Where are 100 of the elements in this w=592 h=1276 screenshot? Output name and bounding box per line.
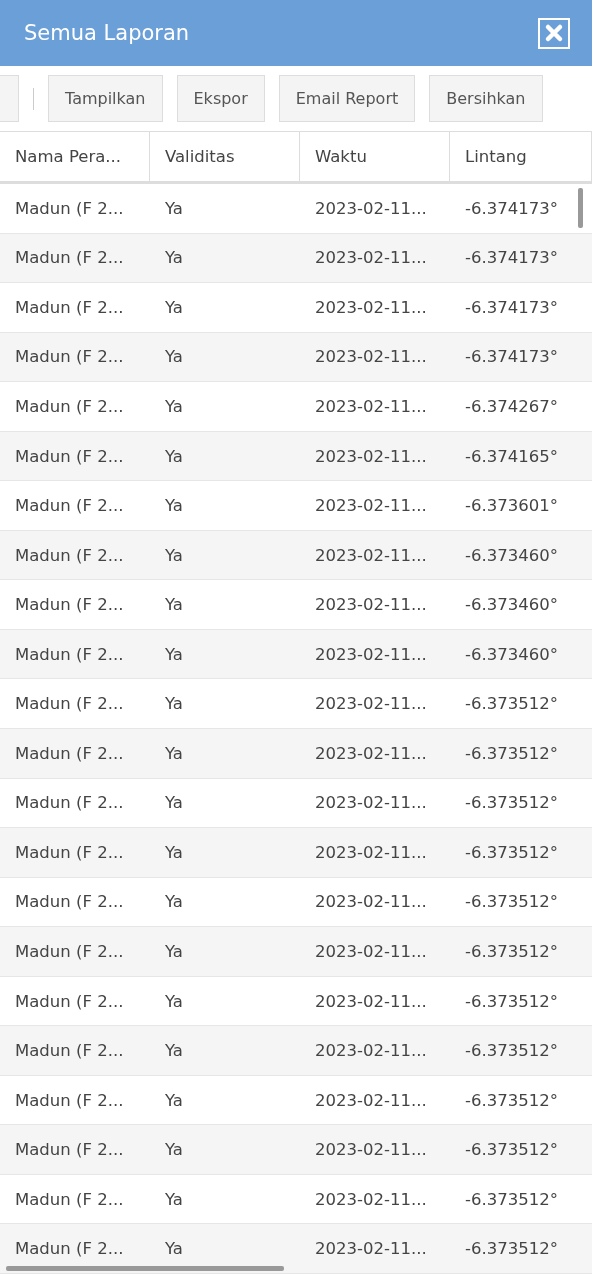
table-cell: -6.374173° (465, 248, 558, 268)
table-cell: 2023-02-11... (315, 1189, 427, 1209)
table-cell: Ya (165, 595, 183, 615)
table-cell: Ya (165, 248, 183, 268)
table-cell: Ya (165, 694, 183, 714)
table-cell: 2023-02-11... (315, 842, 427, 862)
table-cell: -6.373460° (465, 595, 558, 615)
table-cell: Madun (F 2... (15, 198, 124, 218)
table-cell: -6.373601° (465, 496, 558, 516)
table-cell: 2023-02-11... (315, 297, 427, 317)
table-cell: 2023-02-11... (315, 793, 427, 813)
table-cell: Madun (F 2... (15, 1041, 124, 1061)
table-cell: Madun (F 2... (15, 644, 124, 664)
table-cell: Madun (F 2... (15, 842, 124, 862)
table-cell: 2023-02-11... (315, 198, 427, 218)
table-cell: 2023-02-11... (315, 892, 427, 912)
table-cell: Ya (165, 842, 183, 862)
table-cell: -6.374267° (465, 396, 558, 416)
close-button[interactable] (538, 17, 570, 49)
table-cell: -6.373512° (465, 941, 558, 961)
table-cell: Ya (165, 396, 183, 416)
table-cell: -6.373460° (465, 545, 558, 565)
column-header[interactable]: Waktu (300, 132, 450, 181)
table-cell: Ya (165, 644, 183, 664)
table-cell: Madun (F 2... (15, 793, 124, 813)
table-cell: Madun (F 2... (15, 347, 124, 367)
table-cell: 2023-02-11... (315, 248, 427, 268)
table-cell: Ya (165, 545, 183, 565)
table-cell: Ya (165, 793, 183, 813)
table-cell: Ya (165, 446, 183, 466)
table-cell: 2023-02-11... (315, 644, 427, 664)
table-cell: -6.373512° (465, 1239, 558, 1259)
table-cell: 2023-02-11... (315, 1041, 427, 1061)
table-cell: Madun (F 2... (15, 1189, 124, 1209)
table-cell: -6.373512° (465, 694, 558, 714)
table-cell: Madun (F 2... (15, 694, 124, 714)
toolbar-button[interactable]: Bersihkan (429, 75, 543, 122)
table-cell: -6.373512° (465, 1090, 558, 1110)
table-cell: Ya (165, 1140, 183, 1160)
column-header[interactable]: Lintang (450, 132, 592, 181)
window-title: Semua Laporan (24, 21, 190, 45)
table-cell: Ya (165, 1239, 183, 1259)
column-header[interactable]: Nama Pera... (0, 132, 150, 181)
table-cell: 2023-02-11... (315, 396, 427, 416)
table-cell: Ya (165, 1189, 183, 1209)
table-cell: Ya (165, 892, 183, 912)
toolbar-button[interactable]: Tampilkan (48, 75, 163, 122)
table-cell: Madun (F 2... (15, 1239, 124, 1259)
table-cell: -6.373460° (465, 644, 558, 664)
table-cell: -6.374173° (465, 347, 558, 367)
table-cell: 2023-02-11... (315, 496, 427, 516)
table-cell: Madun (F 2... (15, 396, 124, 416)
table-cell: Madun (F 2... (15, 991, 124, 1011)
table-cell: -6.373512° (465, 1041, 558, 1061)
table-cell: Ya (165, 1041, 183, 1061)
table-cell: Madun (F 2... (15, 595, 124, 615)
table-cell: 2023-02-11... (315, 347, 427, 367)
table-cell: Ya (165, 941, 183, 961)
table-cell: Madun (F 2... (15, 1140, 124, 1160)
table-cell: -6.374173° (465, 297, 558, 317)
table-cell: 2023-02-11... (315, 743, 427, 763)
table-cell: Madun (F 2... (15, 743, 124, 763)
toolbar-button[interactable]: Ekspor (176, 75, 265, 122)
table-cell: Madun (F 2... (15, 446, 124, 466)
table-cell: -6.373512° (465, 892, 558, 912)
table-cell: Madun (F 2... (15, 496, 124, 516)
table-cell: Madun (F 2... (15, 297, 124, 317)
table-cell: Ya (165, 991, 183, 1011)
table-cell: 2023-02-11... (315, 991, 427, 1011)
table-cell: 2023-02-11... (315, 1090, 427, 1110)
table-cell: Ya (165, 743, 183, 763)
table-cell: Madun (F 2... (15, 941, 124, 961)
table-cell: -6.373512° (465, 1140, 558, 1160)
table-cell: Madun (F 2... (15, 248, 124, 268)
scrollbar[interactable] (578, 188, 583, 228)
table-cell: 2023-02-11... (315, 1140, 427, 1160)
table-cell: 2023-02-11... (315, 941, 427, 961)
table-cell: 2023-02-11... (315, 595, 427, 615)
toolbar-button[interactable]: Email Report (278, 75, 416, 122)
table-cell: Ya (165, 1090, 183, 1110)
table-cell: -6.373512° (465, 743, 558, 763)
table-cell: -6.373512° (465, 842, 558, 862)
table-cell: Ya (165, 347, 183, 367)
table-cell: Ya (165, 297, 183, 317)
table-cell: Madun (F 2... (15, 892, 124, 912)
column-header[interactable]: Validitas (150, 132, 300, 181)
scrollbar[interactable] (6, 1266, 284, 1271)
table-cell: Ya (165, 496, 183, 516)
table-cell: -6.373512° (465, 793, 558, 813)
table-cell: 2023-02-11... (315, 1239, 427, 1259)
table-cell: 2023-02-11... (315, 694, 427, 714)
close-icon (544, 23, 564, 43)
table-cell: -6.373512° (465, 991, 558, 1011)
table-cell: Madun (F 2... (15, 545, 124, 565)
table-cell: 2023-02-11... (315, 545, 427, 565)
table-cell: -6.373512° (465, 1189, 558, 1209)
table-cell: -6.374165° (465, 446, 558, 466)
table-cell: 2023-02-11... (315, 446, 427, 466)
table-cell: Ya (165, 198, 183, 218)
table-cell: -6.374173° (465, 198, 558, 218)
